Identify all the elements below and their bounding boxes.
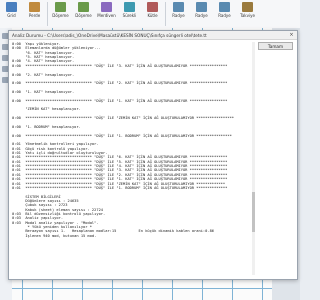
ribbon-button-1[interactable]: Perde	[23, 0, 46, 26]
ribbon-button-label: Takviye	[240, 13, 255, 18]
log-line: İşlenen 940 mod, kutunan 15 mod.	[12, 233, 97, 238]
ribbon-button-label: Kütle	[147, 13, 158, 18]
ribbon-button-7[interactable]: Radye	[167, 0, 190, 26]
ribbon-button-label: Sürekli	[122, 13, 137, 18]
log-line: 0:00 ****************************** "DÜŞ…	[12, 98, 228, 103]
ribbon-toolbar: Grid Perde Döşeme Döşeme Merdiven Sürekli Kütl…	[0, 0, 300, 29]
ribbon-button-label: Merdiven	[97, 13, 116, 18]
stairs-icon	[101, 2, 112, 12]
log-line: 0:00 ****************************** "DÜŞ…	[12, 63, 228, 68]
analysis-status-dialog: Analiz Durumu - C:\Users\adis_\OneDrive\…	[8, 30, 298, 280]
ribbon-separator	[165, 2, 166, 26]
ribbon-button-label: Grid	[7, 13, 16, 18]
scrollbar-thumb[interactable]	[252, 192, 255, 232]
mass-icon	[147, 2, 158, 12]
ribbon-button-label: Döşeme	[75, 13, 92, 18]
raft-icon	[173, 2, 184, 12]
slab-icon	[55, 2, 66, 12]
log-line: 0:01 ****************************** "DÜŞ…	[12, 185, 228, 190]
ribbon-button-label: Radye	[218, 13, 231, 18]
ribbon-button-label: Radye	[172, 13, 185, 18]
log-line: 0:01 ****************************** "DÜŞ…	[12, 177, 228, 182]
ribbon-button-0[interactable]: Grid	[0, 0, 23, 26]
grid-icon	[6, 2, 17, 12]
analysis-log: 0:00 Yapı yükleniyor. 0:00 Elemanlarda dü…	[12, 42, 252, 275]
log-line: 0:00 ****************************** "DÜŞ…	[12, 81, 228, 86]
raft-icon	[196, 2, 207, 12]
ribbon-button-label: Radye	[195, 13, 208, 18]
ribbon-button-label: Döşeme	[52, 13, 69, 18]
ribbon-button-10[interactable]: Takviye	[236, 0, 259, 26]
log-line: 0:00 ****************************** "DÜŞ…	[12, 116, 235, 121]
ok-button[interactable]: Tamam	[258, 42, 293, 50]
ribbon-button-8[interactable]: Radye	[190, 0, 213, 26]
dialog-title: Analiz Durumu - C:\Users\adis_\OneDrive\…	[9, 31, 297, 40]
wall-icon	[29, 2, 40, 12]
grid-line	[12, 288, 272, 289]
raft-icon	[219, 2, 230, 12]
ribbon-separator	[47, 2, 48, 26]
ribbon-button-label: Perde	[28, 13, 41, 18]
ribbon-button-9[interactable]: Radye	[213, 0, 236, 26]
log-scrollbar[interactable]	[252, 42, 255, 275]
ribbon-button-2[interactable]: Döşeme	[49, 0, 72, 26]
ribbon-button-4[interactable]: Merdiven	[95, 0, 118, 26]
close-icon[interactable]: ×	[288, 32, 295, 39]
slab-icon	[78, 2, 89, 12]
reinforcement-icon	[242, 2, 253, 12]
continuous-icon	[124, 2, 135, 12]
ribbon-button-5[interactable]: Sürekli	[118, 0, 141, 26]
ribbon-button-3[interactable]: Döşeme	[72, 0, 95, 26]
log-line: 0:00 ****************************** "DÜŞ…	[12, 133, 232, 138]
ribbon-button-6[interactable]: Kütle	[141, 0, 164, 26]
